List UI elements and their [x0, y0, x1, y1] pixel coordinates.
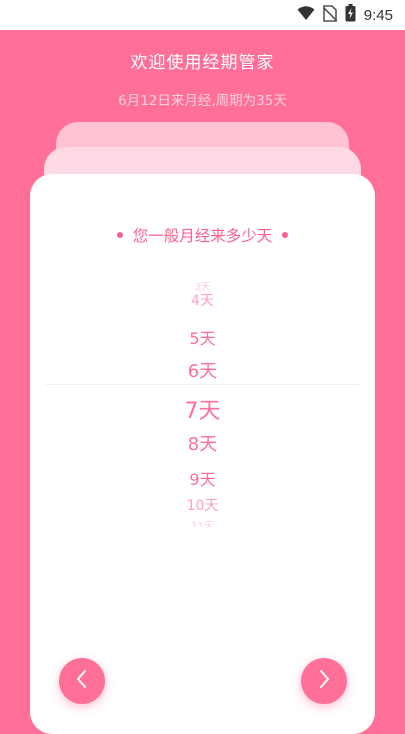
prev-button[interactable]	[59, 658, 105, 704]
picker-item-selected[interactable]: 7天	[30, 393, 375, 425]
picker-item-10[interactable]: 10天	[30, 495, 375, 515]
cycle-summary: 6月12日来月经,周期为35天	[118, 93, 287, 109]
dot-right-icon	[282, 232, 289, 238]
days-picker[interactable]: 3天 4天 5天 6天 7天 8天 9天 10天 11天	[30, 279, 375, 527]
chevron-right-icon	[317, 668, 331, 694]
question-text: 您一般月经来多少天	[132, 227, 273, 245]
question-card: 您一般月经来多少天 3天 4天 5天 6天 7天 8天 9天 10天 11天	[30, 174, 375, 734]
next-button[interactable]	[301, 658, 347, 704]
status-bar: 9:45	[0, 0, 405, 30]
wifi-icon	[297, 5, 315, 25]
picker-divider	[46, 384, 359, 385]
picker-item-5[interactable]: 5天	[30, 325, 375, 349]
question-heading: 您一般月经来多少天	[30, 224, 375, 246]
picker-item-11[interactable]: 11天	[30, 517, 375, 527]
picker-item-4[interactable]: 4天	[30, 290, 375, 310]
status-time: 9:45	[363, 6, 393, 24]
dot-left-icon	[116, 232, 123, 238]
chevron-left-icon	[75, 668, 89, 694]
no-sim-icon	[322, 4, 338, 26]
picker-item-6[interactable]: 6天	[30, 357, 375, 383]
battery-charging-icon	[345, 4, 356, 26]
picker-item-8[interactable]: 8天	[30, 430, 375, 456]
page-title: 欢迎使用经期管家	[130, 53, 275, 73]
picker-item-9[interactable]: 9天	[30, 466, 375, 490]
status-icons: 9:45	[297, 4, 393, 26]
